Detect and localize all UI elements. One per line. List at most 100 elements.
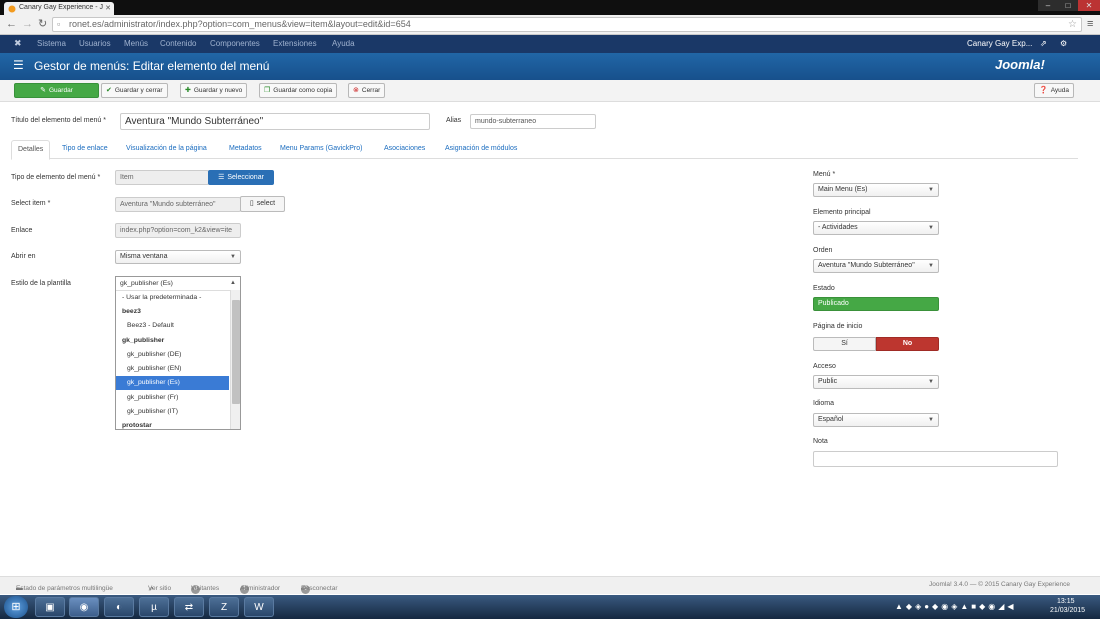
reload-icon[interactable]: ↻ — [38, 17, 47, 31]
tab-detalles[interactable]: Detalles — [11, 140, 51, 160]
list-item[interactable]: - Usar la predeterminada - — [116, 291, 229, 305]
list-icon: ☰ — [13, 58, 24, 72]
check-icon: ✔ — [106, 87, 112, 94]
title-input[interactable]: Aventura "Mundo Subterráneo" — [120, 113, 430, 130]
teamviewer-icon[interactable]: ⇄ — [174, 597, 204, 617]
tab-asociaciones[interactable]: Asociaciones — [384, 140, 425, 159]
menu-menus[interactable]: Menús — [124, 39, 148, 48]
list-item[interactable]: gk_publisher (DE) — [116, 348, 229, 362]
scrollbar-thumb[interactable] — [232, 300, 240, 404]
style-current-value[interactable]: gk_publisher (Es) — [116, 277, 240, 291]
home-label: Página de inicio — [813, 323, 863, 330]
note-input[interactable] — [813, 451, 1058, 467]
close-button[interactable]: ⊗ Cerrar — [348, 83, 386, 98]
browser-tab[interactable]: Canary Gay Experience - J ✕ — [4, 2, 114, 15]
select-item-input: Aventura "Mundo subterráneo" — [115, 197, 241, 212]
link-input: index.php?option=com_k2&view=ite — [115, 223, 241, 238]
tab-strip: Canary Gay Experience - J ✕ – □ ✕ — [0, 0, 1100, 15]
copyright: Joomla! 3.4.0 — © 2015 Canary Gay Experi… — [929, 581, 1071, 588]
menu-contenido[interactable]: Contenido — [160, 39, 196, 48]
external-link-icon[interactable]: ⇗ — [1040, 39, 1047, 48]
tab-metadatos[interactable]: Metadatos — [229, 140, 262, 159]
close-tab-icon[interactable]: ✕ — [105, 4, 111, 12]
menu-sistema[interactable]: Sistema — [37, 39, 66, 48]
home-no-button[interactable]: No — [876, 337, 939, 351]
menu-usuarios[interactable]: Usuarios — [79, 39, 111, 48]
access-select[interactable]: Public ▼ — [813, 375, 939, 389]
save-close-button[interactable]: ✔ Guardar y cerrar — [101, 83, 168, 98]
save-button[interactable]: ✎ Guardar — [14, 83, 99, 98]
explorer-icon[interactable]: ▣ — [35, 597, 65, 617]
tab-asignacion-modulos[interactable]: Asignación de módulos — [445, 140, 517, 159]
forward-icon[interactable]: → — [22, 17, 33, 31]
select-item-button[interactable]: ▯ select — [240, 196, 285, 212]
copy-icon: ❐ — [264, 87, 271, 94]
utorrent-icon[interactable]: µ — [139, 597, 169, 617]
language-select[interactable]: Español ▼ — [813, 413, 939, 427]
menu-extensiones[interactable]: Extensiones — [273, 39, 317, 48]
help-button[interactable]: ❓ Ayuda — [1034, 83, 1075, 98]
chevron-down-icon: ▼ — [928, 187, 934, 193]
back-icon[interactable]: ← — [6, 17, 17, 31]
chevron-up-icon[interactable]: ▲ — [230, 280, 236, 286]
list-item[interactable]: Beez3 - Default — [116, 319, 229, 333]
link-label: Enlace — [11, 227, 33, 234]
order-label: Orden — [813, 247, 833, 254]
note-label: Nota — [813, 438, 828, 445]
windows-taskbar: ⊞ ▣ ◉ ◐ µ ⇄ Z W ▲◆◈●◆◉◈▲■◆◉◢◀ 13:15 21/0… — [0, 595, 1100, 619]
save-new-button[interactable]: ✚ Guardar y nuevo — [180, 83, 248, 98]
page-title: Gestor de menús: Editar elemento del men… — [34, 59, 270, 73]
window-close-icon[interactable]: ✕ — [1078, 0, 1100, 11]
list-item[interactable]: gk_publisher (Fr) — [116, 391, 229, 405]
url-text: ronet.es/administrator/index.php?option=… — [69, 19, 411, 29]
list-group-header: beez3 — [122, 308, 141, 315]
home-yes-button[interactable]: Sí — [813, 337, 876, 351]
address-bar[interactable]: ▫ ronet.es/administrator/index.php?optio… — [52, 17, 1082, 32]
chevron-down-icon: ▼ — [928, 417, 934, 423]
start-button-icon[interactable]: ⊞ — [4, 596, 28, 618]
style-dropdown-list[interactable]: gk_publisher (Es) ▲ - Usar la predetermi… — [115, 276, 241, 430]
seleccionar-button[interactable]: ☰ Seleccionar — [208, 170, 274, 185]
cancel-icon: ⊗ — [353, 87, 359, 94]
chevron-down-icon: ▼ — [928, 225, 934, 231]
menu-icon[interactable]: ≡ — [1087, 17, 1093, 31]
alias-input[interactable]: mundo-subterraneo — [470, 114, 596, 129]
clock-date[interactable]: 21/03/2015 — [1050, 607, 1085, 614]
status-select[interactable]: Publicado — [813, 297, 939, 311]
menu-label: Menú * — [813, 171, 836, 178]
list-item[interactable]: gk_publisher (IT) — [116, 405, 229, 419]
order-select[interactable]: Aventura "Mundo Subterráneo" ▼ — [813, 259, 939, 273]
firefox-icon[interactable]: ◐ — [104, 597, 134, 617]
list-icon: ☰ — [218, 174, 225, 181]
parent-select[interactable]: - Actividades ▼ — [813, 221, 939, 235]
chrome-icon[interactable]: ◉ — [69, 597, 99, 617]
filezilla-icon[interactable]: Z — [209, 597, 239, 617]
tab-visualizacion[interactable]: Visualización de la página — [126, 140, 207, 159]
menu-componentes[interactable]: Componentes — [210, 39, 260, 48]
minimize-icon[interactable]: – — [1038, 0, 1058, 11]
gear-icon[interactable]: ⚙ — [1060, 39, 1067, 48]
type-input: Item — [115, 170, 209, 185]
star-icon[interactable]: ☆ — [1068, 18, 1077, 31]
menu-ayuda[interactable]: Ayuda — [332, 39, 355, 48]
site-link[interactable]: Canary Gay Exp... — [967, 39, 1032, 48]
status-footer: ▬ Estado de parámetros multilingüe ⇗ Ver… — [0, 576, 1100, 594]
word-icon[interactable]: W — [244, 597, 274, 617]
clock-time[interactable]: 13:15 — [1057, 598, 1075, 605]
type-label: Tipo de elemento del menú * — [11, 174, 101, 181]
tab-tipo-enlace[interactable]: Tipo de enlace — [62, 140, 108, 159]
list-item[interactable]: gk_publisher (EN) — [116, 362, 229, 376]
file-icon: ▯ — [249, 200, 254, 207]
save-copy-button[interactable]: ❐ Guardar como copia — [259, 83, 338, 98]
tab-menu-params[interactable]: Menu Params (GavickPro) — [280, 140, 362, 159]
open-select[interactable]: Misma ventana ▼ — [115, 250, 241, 264]
tray-icons[interactable]: ▲◆◈●◆◉◈▲■◆◉◢◀ — [895, 602, 1017, 611]
menu-select[interactable]: Main Menu (Es) ▼ — [813, 183, 939, 197]
maximize-icon[interactable]: □ — [1058, 0, 1078, 11]
list-item-selected[interactable]: gk_publisher (Es) — [116, 376, 229, 390]
toolbar: ✎ Guardar ✔ Guardar y cerrar ✚ Guardar y nu… — [0, 80, 1100, 102]
chevron-down-icon: ▼ — [928, 263, 934, 269]
question-icon: ❓ — [1039, 87, 1048, 94]
joomla-icon[interactable]: ✖ — [14, 38, 22, 49]
scrollbar[interactable] — [230, 290, 240, 429]
